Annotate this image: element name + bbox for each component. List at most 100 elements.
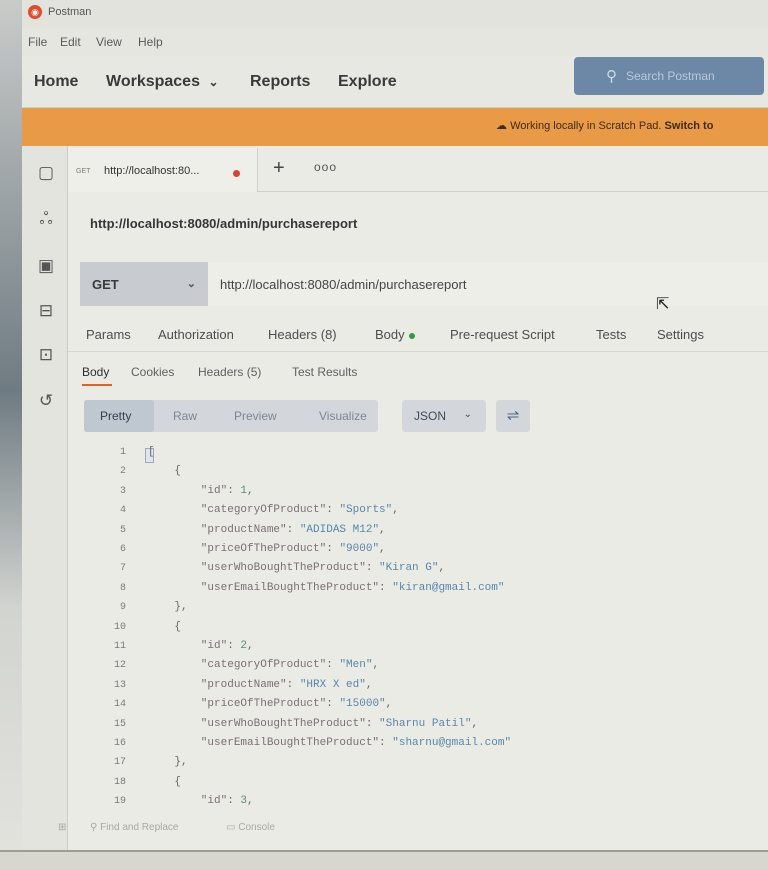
code-line: "id": 3, — [148, 795, 254, 807]
code-line: "id": 1, — [148, 485, 254, 497]
menu-view[interactable]: View — [96, 35, 122, 49]
window-title: Postman — [48, 6, 92, 18]
code-line: "priceOfTheProduct": "15000", — [148, 698, 392, 710]
url-input[interactable]: http://localhost:8080/admin/purchaserepo… — [208, 262, 768, 306]
console-label: Console — [238, 822, 275, 833]
code-token: "Men" — [339, 659, 373, 672]
code-line: "productName": "ADIDAS M12", — [148, 524, 386, 536]
switch-workspace-link[interactable]: Switch to — [665, 120, 714, 132]
line-number: 17 — [113, 757, 126, 769]
sidebar-toggle-icon[interactable]: ⊞ — [58, 822, 66, 833]
code-token: : — [365, 562, 380, 575]
format-raw-button[interactable]: Raw — [173, 409, 197, 423]
code-token: , — [247, 640, 254, 652]
code-token: "priceOfTheProduct" — [148, 698, 327, 711]
chevron-down-icon: ⌄ — [186, 278, 196, 290]
menu-file[interactable]: File — [28, 35, 47, 49]
tab-headers[interactable]: Headers (8) — [268, 327, 337, 342]
desktop-background — [0, 0, 22, 870]
code-token: "categoryOfProduct" — [148, 659, 327, 672]
code-token: "userEmailBoughtTheProduct" — [148, 581, 380, 594]
response-tab-body[interactable]: Body — [82, 365, 109, 379]
code-token: , — [365, 678, 373, 691]
code-line: { — [148, 465, 181, 477]
code-token: , — [385, 698, 393, 711]
format-preview-button[interactable]: Preview — [234, 409, 277, 423]
code-token: : — [286, 678, 300, 691]
line-number: 6 — [119, 544, 126, 555]
code-token: : — [227, 484, 241, 497]
monitors-icon[interactable]: ⊡ — [36, 345, 56, 365]
nav-reports[interactable]: Reports — [250, 73, 310, 91]
menu-help[interactable]: Help — [138, 35, 163, 49]
find-replace-button[interactable]: ⚲ Find and Replace — [90, 822, 179, 833]
code-line: }, — [148, 601, 187, 613]
menu-bar: File Edit View Help — [22, 28, 768, 56]
line-number: 1 — [119, 447, 126, 458]
search-input[interactable]: ⚲ Search Postman — [574, 57, 764, 95]
response-tab-headers[interactable]: Headers (5) — [198, 365, 261, 379]
code-token: "sharnu@gmail.com" — [392, 737, 512, 749]
code-token: "Sports" — [339, 504, 393, 517]
response-code-editor[interactable]: 1 [2 {3 "id": 1, 4 "categoryOfProduct": "S… — [68, 442, 768, 814]
request-title[interactable]: http://localhost:8080/admin/purchaserepo… — [90, 216, 357, 231]
code-token: , — [379, 543, 386, 555]
code-token: "productName" — [148, 523, 287, 536]
code-token: , — [247, 795, 254, 808]
code-line: [ — [148, 446, 155, 458]
console-button[interactable]: ▭ Console — [226, 822, 275, 833]
code-token: : — [365, 717, 380, 730]
tab-tests[interactable]: Tests — [596, 327, 626, 342]
history-icon[interactable]: ↺ — [36, 391, 56, 411]
tab-params[interactable]: Params — [86, 327, 131, 342]
nav-workspaces[interactable]: Workspaces ⌄ — [106, 73, 219, 91]
code-token: "id" — [148, 484, 228, 497]
code-line: "userWhoBoughtTheProduct": "Sharnu Patil… — [148, 718, 478, 730]
format-pretty-label[interactable]: Pretty — [100, 409, 131, 423]
search-icon: ⚲ — [90, 822, 98, 833]
code-token: : — [326, 698, 340, 711]
mock-servers-icon[interactable]: ⊟ — [36, 301, 56, 321]
find-replace-label: Find and Replace — [100, 822, 179, 833]
code-token: : — [326, 504, 340, 517]
code-token: : — [286, 523, 300, 536]
collections-icon[interactable]: ▢ — [36, 163, 56, 183]
line-number: 14 — [113, 699, 126, 711]
search-icon: ⚲ — [606, 68, 617, 85]
code-line: "productName": "HRX X ed", — [148, 678, 373, 691]
wrap-lines-icon[interactable]: ⇌ — [496, 400, 530, 432]
tab-prerequest-script[interactable]: Pre-request Script — [450, 327, 555, 342]
code-token: "HRX X ed" — [299, 678, 366, 691]
menu-edit[interactable]: Edit — [60, 35, 81, 49]
search-placeholder: Search Postman — [626, 69, 715, 83]
http-method-select[interactable]: GET ⌄ — [80, 262, 208, 306]
more-tabs-button[interactable]: ooo — [314, 160, 337, 174]
code-token: , — [392, 504, 399, 517]
response-tab-test-results[interactable]: Test Results — [292, 365, 357, 379]
language-select[interactable]: JSON ⌄ — [402, 400, 486, 432]
apis-icon[interactable]: ஃ — [36, 209, 56, 229]
response-tab-cookies[interactable]: Cookies — [131, 365, 174, 379]
tab-body-label: Body — [375, 327, 405, 342]
code-token: : — [227, 795, 241, 808]
format-visualize-button[interactable]: Visualize — [319, 409, 367, 423]
top-header: Home Workspaces ⌄ Reports Explore ⚲ Sear… — [22, 56, 768, 108]
tab-authorization[interactable]: Authorization — [158, 327, 234, 342]
new-tab-button[interactable]: + — [273, 157, 285, 180]
code-line: }, — [148, 756, 187, 768]
nav-explore[interactable]: Explore — [338, 73, 397, 91]
line-number: 10 — [113, 621, 126, 633]
http-method-value: GET — [92, 277, 119, 292]
tab-body[interactable]: Body — [375, 327, 415, 342]
chevron-down-icon: ⌄ — [208, 75, 219, 89]
line-number: 18 — [113, 776, 126, 788]
code-token: { — [148, 620, 182, 633]
line-number: 12 — [113, 660, 126, 672]
request-tab[interactable]: GET http://localhost:80... — [68, 148, 258, 192]
line-number: 5 — [119, 524, 126, 536]
code-token: , — [247, 484, 254, 497]
code-line: { — [148, 621, 181, 633]
nav-home[interactable]: Home — [34, 73, 78, 91]
environments-icon[interactable]: ▣ — [36, 256, 56, 276]
tab-settings[interactable]: Settings — [657, 327, 704, 342]
